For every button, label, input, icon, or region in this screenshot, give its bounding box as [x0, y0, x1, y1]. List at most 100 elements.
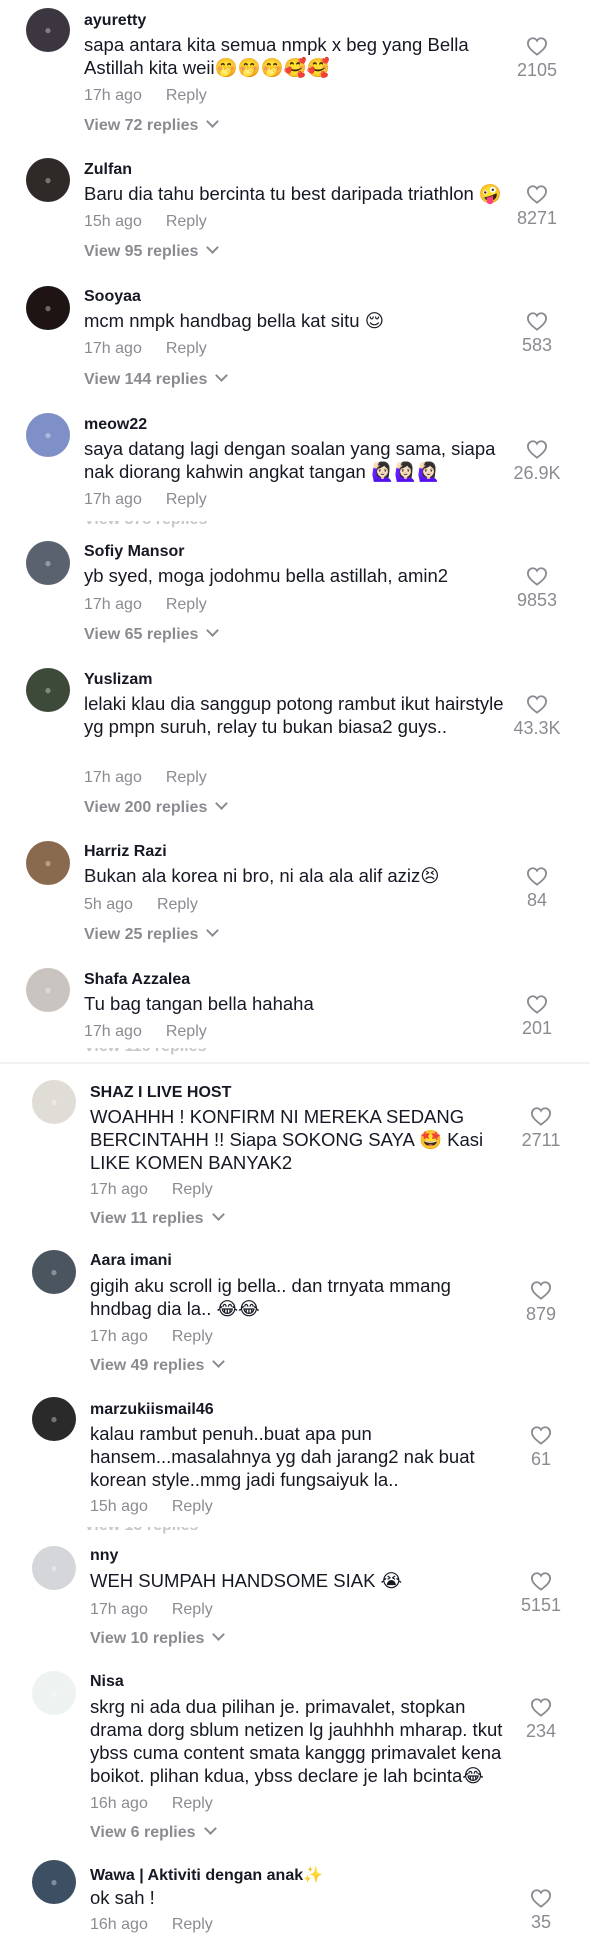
comment-username[interactable]: Zulfan — [84, 161, 132, 179]
comment-meta: 15h ago Reply — [90, 1498, 213, 1516]
comment-timestamp: 17h ago — [84, 769, 142, 786]
like-button[interactable]: 234 — [511, 1697, 571, 1742]
chevron-down-icon — [203, 1822, 217, 1835]
avatar[interactable]: ● — [32, 1671, 76, 1715]
avatar-icon: ● — [44, 556, 52, 570]
clipped-text: View 378 replies — [84, 521, 207, 529]
avatar-icon: ● — [44, 683, 52, 697]
like-count: 234 — [525, 1721, 557, 1741]
reply-button[interactable]: Reply — [172, 1328, 213, 1345]
comment-username[interactable]: marzukiismail46 — [90, 1401, 214, 1419]
comment-meta: 15h ago Reply — [84, 213, 207, 231]
avatar[interactable]: ● — [26, 413, 70, 457]
view-replies-button[interactable]: View 72 replies — [84, 115, 220, 135]
avatar-icon: ● — [50, 1412, 58, 1426]
reply-button[interactable]: Reply — [172, 1601, 213, 1618]
comment-username[interactable]: Sofiy Mansor — [84, 543, 184, 561]
like-button[interactable]: 201 — [507, 994, 567, 1039]
avatar-icon: ● — [44, 173, 52, 187]
comment-text: ok sah ! — [90, 1887, 155, 1908]
comment-text: mcm nmpk handbag bella kat situ 😌 — [84, 310, 385, 331]
clipped-text: View 116 replies — [84, 1048, 206, 1056]
like-count: 2105 — [516, 60, 558, 80]
avatar[interactable]: ● — [26, 286, 70, 330]
reply-button[interactable]: Reply — [172, 1181, 213, 1198]
reply-button[interactable]: Reply — [166, 491, 207, 508]
like-button[interactable]: 2105 — [507, 36, 567, 81]
avatar[interactable]: ● — [26, 541, 70, 585]
reply-button[interactable]: Reply — [172, 1498, 213, 1515]
comment-meta: 5h ago Reply — [84, 896, 198, 914]
comment-username[interactable]: SHAZ I LIVE HOST — [90, 1084, 231, 1102]
like-button[interactable]: 5151 — [511, 1571, 571, 1616]
reply-button[interactable]: Reply — [166, 340, 207, 357]
comment-meta: 17h ago Reply — [84, 769, 207, 787]
comment-username[interactable]: Nisa — [90, 1673, 124, 1691]
reply-button[interactable]: Reply — [172, 1795, 213, 1812]
avatar-icon: ● — [44, 856, 52, 870]
comment-text: Bukan ala korea ni bro, ni ala ala alif … — [84, 865, 440, 886]
like-button[interactable]: 8271 — [507, 184, 567, 229]
comment-username[interactable]: Yuslizam — [84, 671, 152, 689]
comment-text: gigih aku scroll ig bella.. dan trnyata … — [90, 1275, 451, 1319]
avatar-icon: ● — [50, 1875, 58, 1889]
view-replies-button[interactable]: View 25 replies — [84, 924, 220, 944]
view-replies-label: View 10 replies — [90, 1630, 205, 1647]
like-button[interactable]: 9853 — [507, 566, 567, 611]
comment-meta: 17h ago Reply — [84, 340, 207, 358]
reply-button[interactable]: Reply — [157, 896, 198, 913]
view-replies-button[interactable]: View 65 replies — [84, 624, 220, 644]
heart-outline-icon — [507, 311, 567, 331]
avatar[interactable]: ● — [26, 158, 70, 202]
view-replies-button[interactable]: View 144 replies — [84, 369, 229, 389]
like-button[interactable]: 43.3K — [507, 694, 567, 739]
reply-button[interactable]: Reply — [166, 769, 207, 786]
like-count: 84 — [526, 890, 548, 910]
comment-timestamp: 17h ago — [84, 1023, 142, 1040]
reply-button[interactable]: Reply — [166, 213, 207, 230]
avatar[interactable]: ● — [26, 8, 70, 52]
comment-username[interactable]: Sooyaa — [84, 288, 141, 306]
comment-timestamp: 16h ago — [90, 1795, 148, 1812]
comment-text: yb syed, moga jodohmu bella astillah, am… — [84, 565, 449, 586]
view-replies-button[interactable]: View 200 replies — [84, 797, 229, 817]
view-replies-button[interactable]: View 10 replies — [90, 1628, 226, 1648]
clipped-text: View 13 replies — [84, 1527, 198, 1535]
like-button[interactable]: 2711 — [511, 1106, 571, 1151]
comment-username[interactable]: Harriz Razi — [84, 843, 167, 861]
avatar-icon: ● — [50, 1095, 58, 1109]
view-replies-button[interactable]: View 11 replies — [90, 1208, 225, 1228]
reply-button[interactable]: Reply — [172, 1916, 213, 1933]
view-replies-button[interactable]: View 6 replies — [90, 1822, 217, 1842]
chevron-down-icon — [206, 624, 220, 637]
view-replies-button[interactable]: View 95 replies — [84, 241, 220, 261]
reply-button[interactable]: Reply — [166, 87, 207, 104]
like-button[interactable]: 26.9K — [507, 439, 567, 484]
avatar[interactable]: ● — [26, 968, 70, 1012]
avatar[interactable]: ● — [26, 668, 70, 712]
like-button[interactable]: 61 — [511, 1425, 571, 1470]
like-count: 2711 — [521, 1130, 561, 1150]
avatar[interactable]: ● — [26, 841, 70, 885]
comment-username[interactable]: Wawa | Aktiviti dengan anak✨ — [90, 1865, 323, 1885]
reply-button[interactable]: Reply — [166, 1023, 207, 1040]
avatar[interactable]: ● — [32, 1080, 76, 1124]
comment-username[interactable]: Shafa Azzalea — [84, 971, 190, 989]
view-replies-label: View 49 replies — [90, 1357, 205, 1374]
comment-username[interactable]: nny — [90, 1547, 118, 1565]
comment-username[interactable]: meow22 — [84, 416, 147, 434]
comment-meta: 17h ago Reply — [84, 491, 207, 509]
avatar[interactable]: ● — [32, 1397, 76, 1441]
comment-username[interactable]: Aara imani — [90, 1252, 172, 1270]
like-button[interactable]: 583 — [507, 311, 567, 356]
view-replies-button[interactable]: View 49 replies — [90, 1355, 226, 1375]
avatar[interactable]: ● — [32, 1546, 76, 1590]
like-button[interactable]: 84 — [507, 866, 567, 911]
like-button[interactable]: 35 — [511, 1888, 571, 1933]
like-button[interactable]: 879 — [511, 1280, 571, 1325]
avatar[interactable]: ● — [32, 1250, 76, 1294]
reply-button[interactable]: Reply — [166, 596, 207, 613]
comment-username[interactable]: ayuretty — [84, 12, 146, 30]
comment-timestamp: 17h ago — [84, 340, 142, 357]
avatar[interactable]: ● — [32, 1860, 76, 1904]
